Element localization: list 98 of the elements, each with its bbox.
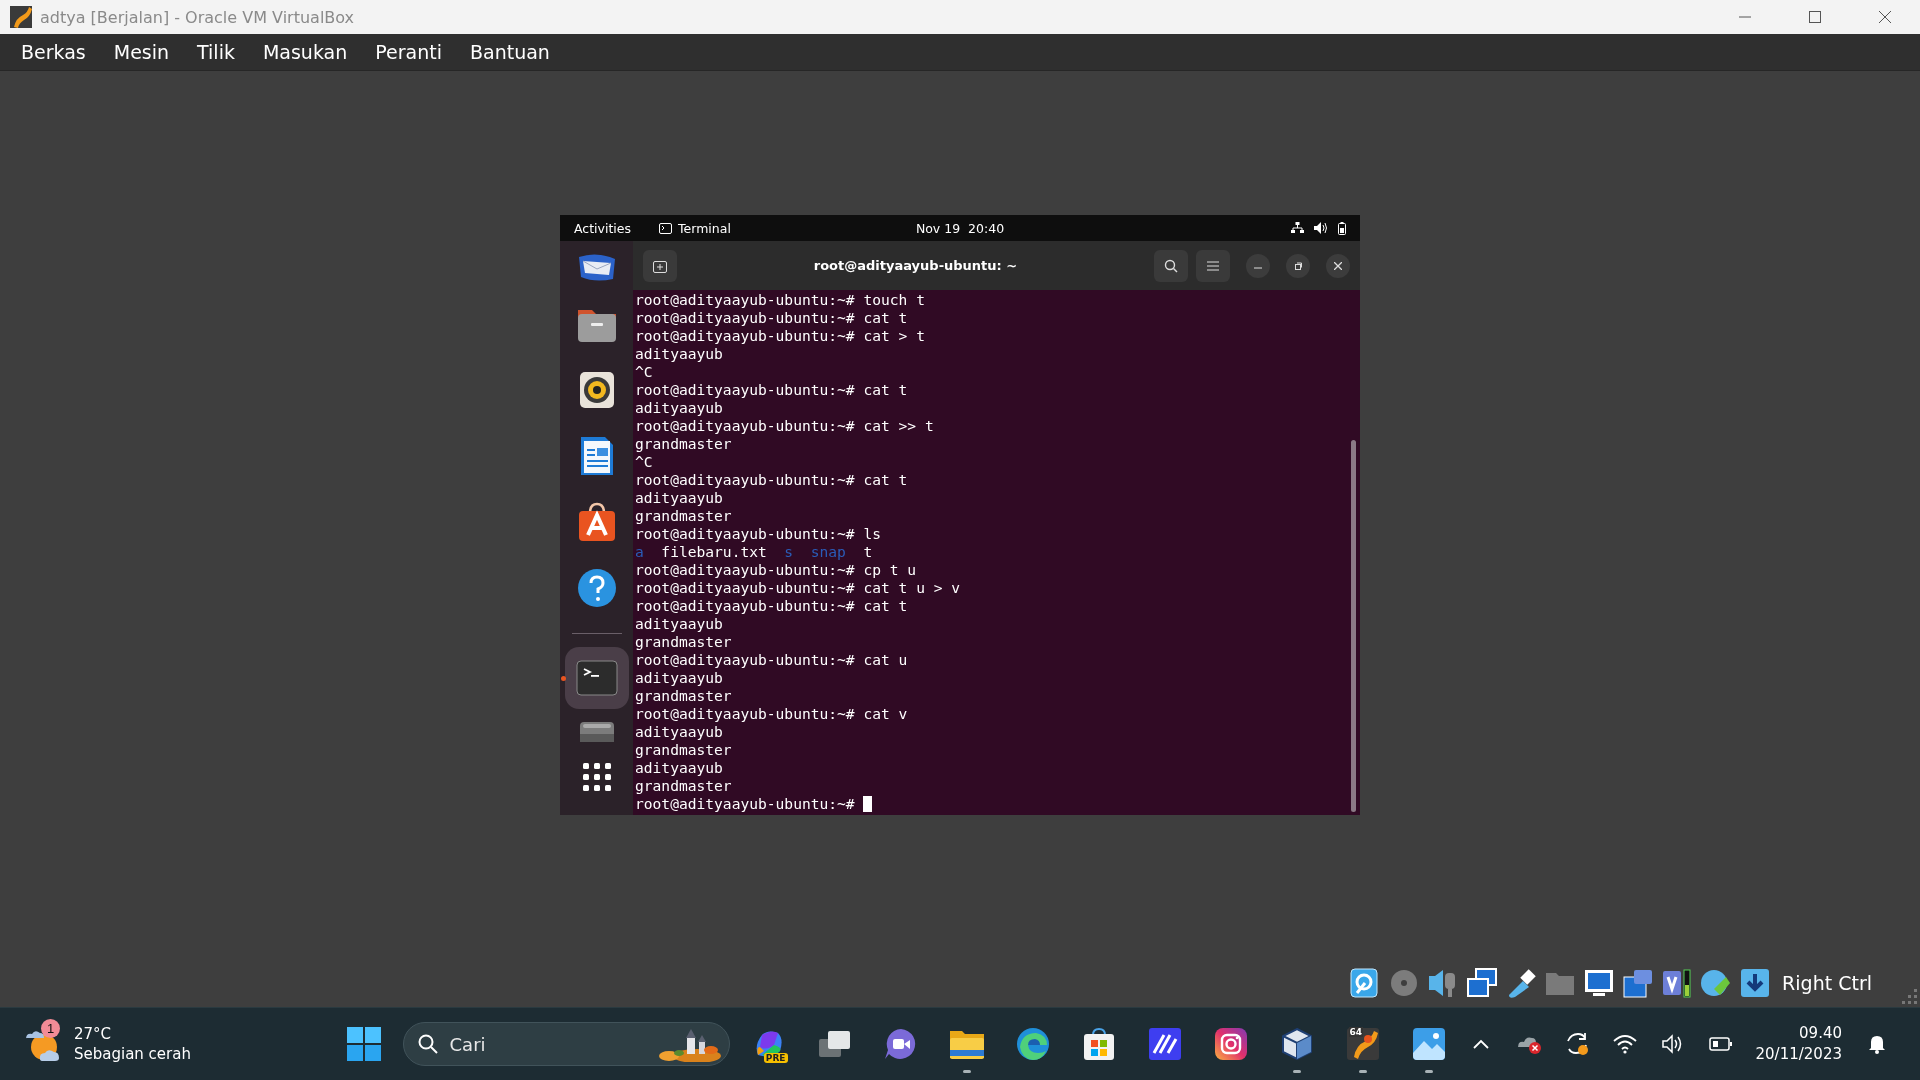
video-chat-icon xyxy=(883,1028,918,1060)
volume-icon[interactable] xyxy=(1314,222,1328,234)
terminal-line: root@adityaayub-ubuntu:~# cat > t xyxy=(635,327,925,345)
new-tab-button[interactable] xyxy=(643,249,677,282)
task-view-icon xyxy=(817,1029,852,1059)
terminal-line: grandmaster xyxy=(635,507,732,525)
mouse-integration-icon xyxy=(1700,967,1733,999)
cube-icon xyxy=(1280,1027,1313,1061)
brush-stroke-icon xyxy=(1345,1027,1380,1061)
camera-icon xyxy=(1213,1027,1248,1061)
disk-drive-icon xyxy=(578,720,615,744)
minimize-button[interactable] xyxy=(1246,253,1270,278)
battery-icon[interactable] xyxy=(1338,221,1346,235)
notification-badge: 1 xyxy=(41,1019,60,1038)
terminal-line: adityaayub xyxy=(635,669,723,687)
terminal-line: root@adityaayub-ubuntu:~# cat >> t xyxy=(635,417,934,435)
terminal-line: root@adityaayub-ubuntu:~# cp t u xyxy=(635,561,917,579)
search-field[interactable]: Cari xyxy=(402,1022,730,1066)
shopping-bag-icon xyxy=(576,501,617,543)
folder-icon xyxy=(948,1028,985,1060)
search-icon xyxy=(1164,258,1178,273)
terminal-line: grandmaster xyxy=(635,741,732,759)
restore-button[interactable] xyxy=(1286,253,1310,278)
search-button[interactable] xyxy=(1154,249,1188,282)
search-input[interactable]: Cari xyxy=(447,1032,647,1056)
network-icon xyxy=(1466,967,1499,999)
menu-item[interactable]: Mesin xyxy=(99,37,184,67)
terminal-line: root@adityaayub-ubuntu:~# ls xyxy=(635,525,881,543)
app-badge: 64 xyxy=(1348,1027,1364,1037)
video-capture-icon xyxy=(1622,967,1655,999)
search-icon xyxy=(417,1034,438,1054)
terminal-line: grandmaster xyxy=(635,687,732,705)
file-name: a xyxy=(635,543,644,561)
terminal-line: grandmaster xyxy=(635,633,732,651)
display-icon xyxy=(1583,967,1616,999)
close-button[interactable] xyxy=(1326,253,1350,278)
taskbar-app[interactable]: PRE xyxy=(735,1011,802,1077)
chip-icon xyxy=(1661,967,1694,999)
menu-item[interactable]: Peranti xyxy=(361,37,456,67)
terminal-line: root@adityaayub-ubuntu:~# cat t xyxy=(635,309,908,327)
taskbar-app[interactable]: 64 xyxy=(1329,1011,1396,1077)
window-title: adtya [Berjalan] - Oracle VM VirtualBox xyxy=(40,7,355,27)
terminal-icon xyxy=(659,222,673,234)
terminal-line: adityaayub xyxy=(635,615,723,633)
terminal-line: root@adityaayub-ubuntu:~# xyxy=(635,795,855,813)
host-key-label: Right Ctrl xyxy=(1782,972,1872,994)
menu-icon xyxy=(1207,260,1219,271)
store-bag-icon xyxy=(1081,1027,1116,1061)
terminal-icon xyxy=(575,660,618,696)
new-tab-icon xyxy=(653,258,667,273)
terminal-line: root@adityaayub-ubuntu:~# touch t xyxy=(635,291,925,309)
terminal-line: grandmaster xyxy=(635,777,732,795)
app-menu-button[interactable]: Terminal xyxy=(645,220,745,236)
photo-icon xyxy=(1411,1027,1446,1061)
terminal-line: root@adityaayub-ubuntu:~# cat t xyxy=(635,597,908,615)
activities-button[interactable]: Activities xyxy=(560,220,646,236)
speaker-icon xyxy=(577,370,616,410)
help-icon xyxy=(576,568,617,608)
terminal-line: root@adityaayub-ubuntu:~# cat t xyxy=(635,471,908,489)
menu-item[interactable]: Masukan xyxy=(248,37,362,67)
maximize-icon xyxy=(1809,11,1821,23)
file-name: s xyxy=(784,543,794,561)
terminal-line: adityaayub xyxy=(635,399,723,417)
terminal-line: root@adityaayub-ubuntu:~# cat u xyxy=(635,651,908,669)
network-icon[interactable] xyxy=(1291,222,1304,234)
slanted-lines-icon xyxy=(1147,1027,1182,1061)
terminal-title: root@adityaayub-ubuntu: ~ xyxy=(812,258,1019,273)
document-icon xyxy=(578,435,615,477)
terminal-line: adityaayub xyxy=(635,759,723,777)
file-name: filebaru.txt xyxy=(661,543,767,561)
app-grid-icon xyxy=(582,763,611,791)
file-name: t xyxy=(863,543,873,561)
browser-icon xyxy=(1015,1027,1050,1061)
app-badge: PRE xyxy=(763,1053,788,1063)
menu-item[interactable]: Berkas xyxy=(7,37,100,67)
terminal-line: root@adityaayub-ubuntu:~# cat t xyxy=(635,381,908,399)
terminal-line: adityaayub xyxy=(635,489,723,507)
weather-condition: Sebagian cerah xyxy=(74,1044,191,1064)
terminal-line: grandmaster xyxy=(635,435,732,453)
clock[interactable]: Nov 19 20:40 xyxy=(915,220,1005,236)
terminal-line: adityaayub xyxy=(635,723,723,741)
menu-button[interactable] xyxy=(1196,249,1230,282)
scrollbar[interactable] xyxy=(1351,440,1356,812)
download-icon xyxy=(1739,967,1772,999)
app-logo-icon xyxy=(10,6,32,28)
menu-item[interactable]: Bantuan xyxy=(456,37,564,67)
restore-icon xyxy=(1294,261,1302,270)
terminal-line: root@adityaayub-ubuntu:~# cat v xyxy=(635,705,908,723)
file-name: snap xyxy=(810,543,846,561)
close-icon xyxy=(1334,261,1342,270)
terminal-line: adityaayub xyxy=(635,345,723,363)
menu-item[interactable]: Tilik xyxy=(183,37,249,67)
clock[interactable]: 09.40 20/11/2023 xyxy=(1749,1023,1848,1065)
close-icon xyxy=(1879,11,1891,23)
terminal-line: ^C xyxy=(635,453,653,471)
terminal-line: ^C xyxy=(635,363,653,381)
temperature: 27°C xyxy=(74,1024,113,1044)
terminal-line: root@adityaayub-ubuntu:~# cat t u > v xyxy=(635,579,961,597)
